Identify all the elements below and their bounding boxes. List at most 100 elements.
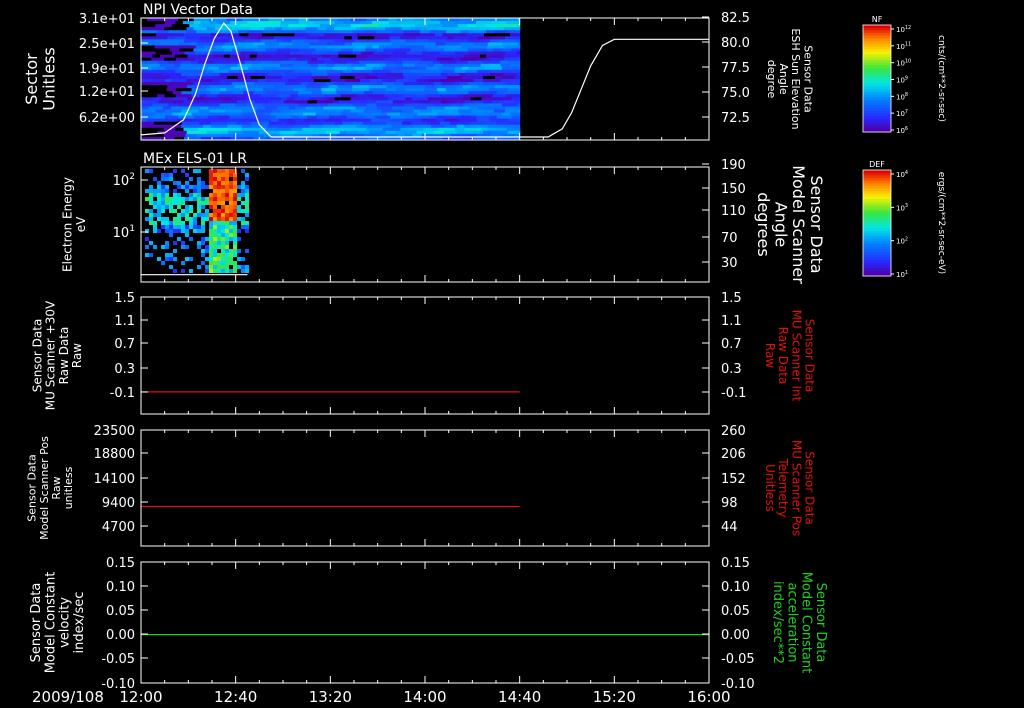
heatmap-cell [404,75,422,80]
heatmap-cell [350,97,367,101]
y-right-label-line: Raw [763,343,777,368]
heatmap-cell [454,127,465,132]
heatmap-cell [157,27,165,31]
heatmap-cell [186,27,195,31]
y-right-tick-label: 0.7 [721,337,742,352]
heatmap-cell [369,130,387,135]
heatmap-cell [171,51,186,56]
heatmap-cell [152,88,168,92]
heatmap-cell [225,233,229,237]
y-left-tick-label: 4700 [102,520,135,535]
heatmap-cell [341,118,355,123]
heatmap-cell [204,69,215,74]
heatmap-cell [175,94,193,98]
heatmap-cell [201,205,205,209]
heatmap-cell [455,39,469,43]
heatmap-cell [267,45,276,49]
heatmap-cell [209,229,213,233]
heatmap-cell [513,45,521,49]
heatmap-cell [230,21,248,25]
heatmap-cell [225,177,229,181]
heatmap-cell [417,72,426,77]
heatmap-cell [229,261,233,265]
heatmap-cell [379,124,392,129]
heatmap-cell [245,197,249,201]
heatmap-cell [141,106,150,110]
heatmap-cell [206,130,223,135]
heatmap-cell [153,205,157,209]
heatmap-cell [197,265,201,269]
heatmap-cell [377,24,391,28]
heatmap-cell [169,201,173,205]
heatmap-cell [427,24,444,28]
heatmap-cell [150,79,166,83]
heatmap-cell [372,45,380,49]
heatmap-cell [373,66,384,71]
heatmap-cell [185,213,189,217]
heatmap-cell [241,265,245,269]
heatmap-cell [435,42,446,46]
y-right-tick-label: 80.0 [721,36,750,51]
heatmap-cell [337,85,353,89]
heatmap-cell [478,106,489,110]
heatmap-cell [229,229,233,233]
heatmap-cell [209,181,213,185]
heatmap-cell [390,115,407,120]
heatmap-cell [286,97,296,101]
heatmap-cell [193,18,209,22]
y-left-tick-label: 23500 [94,424,135,439]
heatmap-cell [183,100,196,104]
heatmap-cell [388,21,407,25]
heatmap-cell [209,201,213,205]
heatmap-cell [499,39,517,43]
panel-frame [140,296,710,415]
heatmap-cell [309,121,323,126]
heatmap-cell [410,27,427,31]
heatmap-cell [175,57,189,62]
heatmap-cell [364,75,378,80]
heatmap-cell [157,189,161,193]
heatmap-cell [425,94,441,98]
heatmap-cell [214,60,233,65]
panel-1: 3.1e+012.5e+011.9e+011.2e+016.2e+0082.58… [22,2,814,141]
heatmap-cell [159,42,172,46]
heatmap-cell [404,118,417,123]
heatmap-cell [423,112,439,117]
heatmap-cell [493,109,506,114]
heatmap-cell [221,97,232,101]
heatmap-cell [461,115,471,120]
heatmap-cell [350,63,367,68]
heatmap-cell [149,201,153,205]
heatmap-cell [217,257,221,261]
heatmap-cell [425,85,435,89]
heatmap-cell [229,221,233,225]
heatmap-cell [491,18,506,22]
heatmap-cell [366,18,377,22]
heatmap-cell [206,127,213,132]
heatmap-cell [513,94,521,98]
heatmap-cell [473,42,489,46]
heatmap-cell [351,36,359,40]
heatmap-cell [237,237,241,241]
heatmap-cell [500,79,515,83]
heatmap-cell [266,79,283,83]
heatmap-cell [177,213,181,217]
heatmap-cell [326,69,344,74]
heatmap-cell [213,229,217,233]
heatmap-cell [470,97,483,101]
heatmap-cell [265,106,278,110]
heatmap-cell [205,249,209,253]
heatmap-cell [513,100,521,104]
y-left-tick-label: 1.5 [114,291,135,306]
heatmap-cell [185,245,189,249]
heatmap-cell [464,100,475,104]
heatmap-cell [152,103,169,107]
y-left-label: SectorUnitless [22,47,59,111]
heatmap-cell [197,169,201,173]
heatmap-cell [165,201,169,205]
heatmap-cell [177,197,181,201]
heatmap-cell [512,21,521,25]
heatmap-cell [338,51,352,56]
heatmap-cell [504,91,520,95]
heatmap-cell [233,193,237,197]
